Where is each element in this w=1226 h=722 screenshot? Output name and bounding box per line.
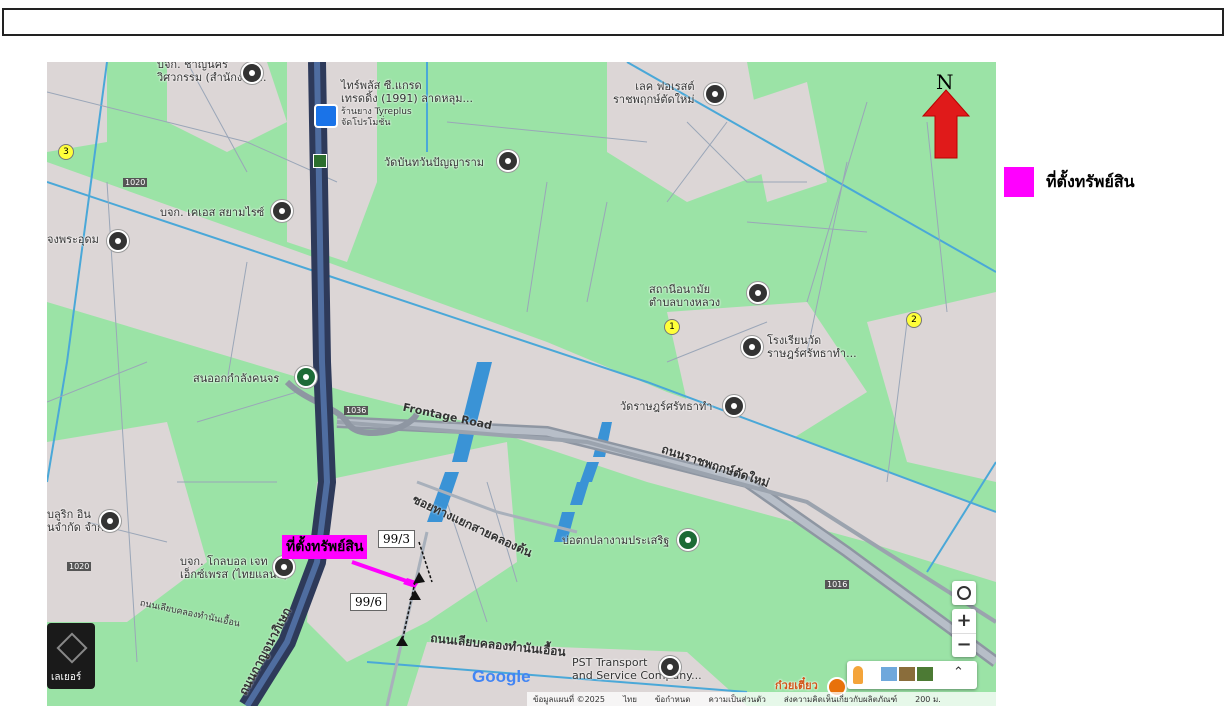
place-label: เลค ฟอเรสต์ ราชพฤกษ์ตัดใหม่ [613, 80, 695, 106]
zoom-in-button[interactable]: + [952, 609, 976, 633]
location-icon [957, 586, 971, 600]
place-label: วัดบันทวันปัญญาราม [384, 156, 485, 169]
place-label: บจก. เคเอส สยามไรซ์ [160, 206, 265, 219]
place-label: ก๋วยเตี๋ยว [775, 679, 818, 692]
zoom-out-button[interactable]: − [952, 633, 976, 658]
map-footer: ข้อมูลแผนที่ ©2025 ไทย ข้อกำหนด ความเป็น… [527, 692, 996, 706]
temple-pin-icon[interactable] [497, 150, 519, 172]
school-pin-icon[interactable] [741, 336, 763, 358]
north-label: N [936, 70, 954, 94]
route-shield: 1020 [67, 562, 92, 571]
layer-thumb[interactable] [917, 667, 933, 681]
map-type-bar: ⌃ [847, 661, 977, 689]
number-marker: 2 [906, 312, 922, 328]
legend-label: ที่ตั้งทรัพย์สิน [1046, 172, 1135, 191]
zoom-controls: + − [952, 609, 976, 657]
chevron-up-icon[interactable]: ⌃ [953, 665, 964, 680]
number-marker: 3 [58, 144, 74, 160]
place-label: จงพระอุดม [47, 233, 99, 246]
place-pin-icon[interactable] [99, 510, 121, 532]
place-label: วัดราษฎร์ศรัทธาทำ [620, 400, 713, 413]
shop-pin-icon[interactable] [314, 104, 338, 128]
place-label: ร้านยาง Tyreplus จัดโปรโมชั่น [341, 107, 412, 128]
place-label: โรงเรียนวัด ราษฎร์ศรัทธาทำ... [767, 334, 857, 360]
school-pin-icon[interactable] [107, 230, 129, 252]
place-label: สถานีอนามัย ตำบลบางหลวง [649, 283, 721, 309]
fuel-icon [313, 154, 327, 168]
layers-icon [56, 632, 88, 664]
legend-swatch [1004, 167, 1034, 197]
property-marker-label: ที่ตั้งทรัพย์สิน [282, 535, 368, 559]
header-box [2, 8, 1224, 36]
layer-thumb[interactable] [881, 667, 897, 681]
number-marker: 1 [664, 319, 680, 335]
place-label: สนออกกำลังคนจร [193, 372, 280, 385]
place-label: บ่อตกปลางามประเสริฐ [562, 534, 670, 547]
place-label: ไทร์พลัส ซี.แกรด เทรดดิ้ง (1991) ลาดหลุม.… [341, 79, 473, 105]
place-pin-icon[interactable] [747, 282, 769, 304]
footer-lang-link[interactable]: ไทย [623, 693, 637, 706]
place-pin-icon[interactable] [271, 200, 293, 222]
place-pin-icon[interactable] [273, 556, 295, 578]
footer-privacy-link[interactable]: ความเป็นส่วนตัว [708, 693, 765, 706]
temple-pin-icon[interactable] [723, 395, 745, 417]
place-pin-icon[interactable] [241, 62, 263, 84]
my-location-button[interactable] [952, 581, 976, 605]
pegman-icon[interactable] [853, 666, 863, 684]
route-shield: 1016 [825, 580, 850, 589]
place-label: บจก. โกลบอล เจท เอ็กซ์เพรส (ไทยแลนด์) [180, 555, 288, 581]
route-shield: 1036 [344, 406, 369, 415]
map-copyright: ข้อมูลแผนที่ ©2025 [533, 694, 605, 704]
place-pin-icon[interactable] [704, 83, 726, 105]
place-pin-icon[interactable] [659, 656, 681, 678]
park-pin-icon[interactable] [677, 529, 699, 551]
layers-button[interactable]: เลเยอร์ [47, 623, 95, 689]
lot-number-label: 99/3 [378, 530, 415, 548]
park-pin-icon[interactable] [295, 366, 317, 388]
scale-bar: 200 ม. [915, 694, 941, 704]
route-shield: 1020 [123, 178, 148, 187]
footer-terms-link[interactable]: ข้อกำหนด [655, 693, 691, 706]
layer-thumb[interactable] [899, 667, 915, 681]
place-label: PST Transport and Service Company... [572, 656, 702, 682]
layers-label: เลเยอร์ [51, 672, 82, 683]
map-view[interactable]: บจก. ชาญนคร วิศวกรรม (สำนักงาน... ไทร์พลั… [47, 62, 996, 706]
footer-feedback-link[interactable]: ส่งความคิดเห็นเกี่ยวกับผลิตภัณฑ์ [784, 693, 897, 706]
lot-number-label: 99/6 [350, 593, 387, 611]
google-logo: Google [472, 667, 531, 686]
